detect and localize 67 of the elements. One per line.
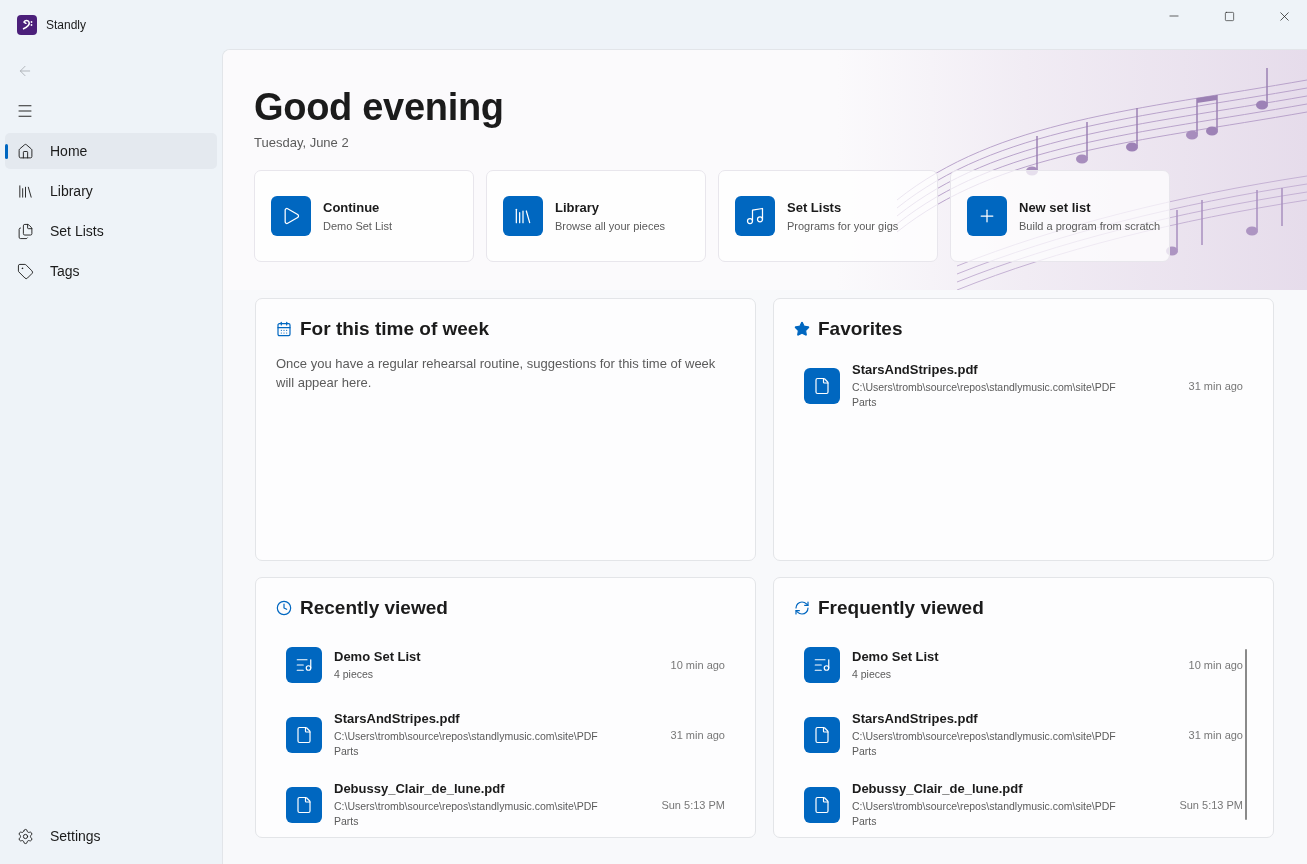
item-detail: 4 pieces (334, 666, 375, 682)
file-icon (813, 796, 831, 814)
date-text: Tuesday, June 2 (254, 135, 350, 150)
item-detail: C:\Users\tromb\source\repos\standlymusic.com\site\PDF Parts (852, 380, 1117, 410)
file-icon (295, 726, 313, 744)
file-icon (813, 726, 831, 744)
item-name: Demo Set List (334, 648, 422, 664)
item-detail: C:\Users\tromb\source\repos\standlymusic.com\site\PDF Parts (852, 729, 1117, 759)
settings-item[interactable]: Settings (5, 818, 217, 854)
item-name: StarsAndStripes.pdf (852, 711, 979, 726)
item-detail: 4 pieces (852, 666, 893, 682)
action-card[interactable]: New set list Build a program from scratch (950, 170, 1170, 262)
scrollbar[interactable] (1245, 649, 1247, 820)
item-name: Demo Set List (852, 648, 940, 664)
calendar-icon (276, 321, 292, 337)
settings-icon (17, 827, 34, 845)
music-list-icon (295, 656, 313, 674)
item-name: StarsAndStripes.pdf (334, 711, 461, 726)
nav-item[interactable]: Home (5, 133, 217, 169)
list-item[interactable]: Demo Set List 4 pieces 10 min ago (286, 633, 725, 697)
item-name: Debussy_Clair_de_lune.pdf (852, 781, 1024, 796)
panel-title: Recently viewed (300, 597, 448, 619)
nav-item[interactable]: Library (5, 173, 217, 209)
item-time: 10 min ago (670, 659, 725, 671)
home-icon (17, 142, 34, 160)
menu-icon (16, 102, 34, 120)
panel-title: For this time of week (300, 318, 489, 340)
item-time: Sun 5:13 PM (1179, 799, 1243, 811)
list-item[interactable]: Demo Set List 4 pieces 10 min ago (804, 633, 1243, 697)
list-item[interactable]: Debussy_Clair_de_lune.pdf C:\Users\tromb\source\repos\standlymusic.com\site\PDF Parts Sun 5:13 PM (286, 773, 725, 837)
file-icon (813, 377, 831, 395)
documents-icon (17, 222, 34, 240)
repeat-icon (794, 600, 810, 616)
item-time: 10 min ago (1188, 659, 1243, 671)
item-detail: C:\Users\tromb\source\repos\standlymusic.com\site\PDF Parts (334, 799, 599, 829)
list-item[interactable]: StarsAndStripes.pdf C:\Users\tromb\source\repos\standlymusic.com\site\PDF Parts 31 min ago (804, 354, 1243, 418)
item-detail: C:\Users\tromb\source\repos\standlymusic.com\site\PDF Parts (334, 729, 599, 759)
books-icon (513, 206, 533, 226)
panel-title: Favorites (818, 318, 903, 340)
list-item[interactable]: StarsAndStripes.pdf C:\Users\tromb\source\repos\standlymusic.com\site\PDF Parts 31 min ago (286, 703, 725, 767)
file-icon (295, 796, 313, 814)
tag-icon (17, 262, 34, 280)
list-item[interactable]: StarsAndStripes.pdf C:\Users\tromb\source\repos\standlymusic.com\site\PDF Parts 31 min ago (804, 703, 1243, 767)
nav-item[interactable]: Tags (5, 253, 217, 289)
item-detail: C:\Users\tromb\source\repos\standlymusic.com\site\PDF Parts (852, 799, 1117, 829)
item-time: 31 min ago (1188, 380, 1243, 392)
nav-item[interactable]: Set Lists (5, 213, 217, 249)
music-list-icon (813, 656, 831, 674)
music-note-icon (745, 206, 765, 226)
action-card[interactable]: Library Browse all your pieces (486, 170, 706, 262)
list-item[interactable]: Debussy_Clair_de_lune.pdf C:\Users\tromb\source\repos\standlymusic.com\site\PDF Parts Sun 5:13 PM (804, 773, 1243, 837)
panel-title: Frequently viewed (818, 597, 984, 619)
item-time: 31 min ago (1188, 729, 1243, 741)
item-name: Debussy_Clair_de_lune.pdf (334, 781, 506, 796)
star-icon (794, 321, 810, 337)
greeting: Good evening (254, 86, 505, 129)
empty-message: Once you have a regular rehearsal routine, suggestions for this time of week will appear here. (276, 355, 717, 392)
item-time: Sun 5:13 PM (661, 799, 725, 811)
maximize-icon (1223, 10, 1235, 22)
action-card[interactable]: Set Lists Programs for your gigs (718, 170, 938, 262)
action-card[interactable]: Continue Demo Set List (254, 170, 474, 262)
item-name: StarsAndStripes.pdf (852, 362, 979, 377)
item-time: 31 min ago (670, 729, 725, 741)
clock-icon (276, 600, 292, 616)
books-icon (17, 182, 34, 200)
app-logo (17, 14, 37, 35)
window-title: Standly (46, 17, 88, 32)
